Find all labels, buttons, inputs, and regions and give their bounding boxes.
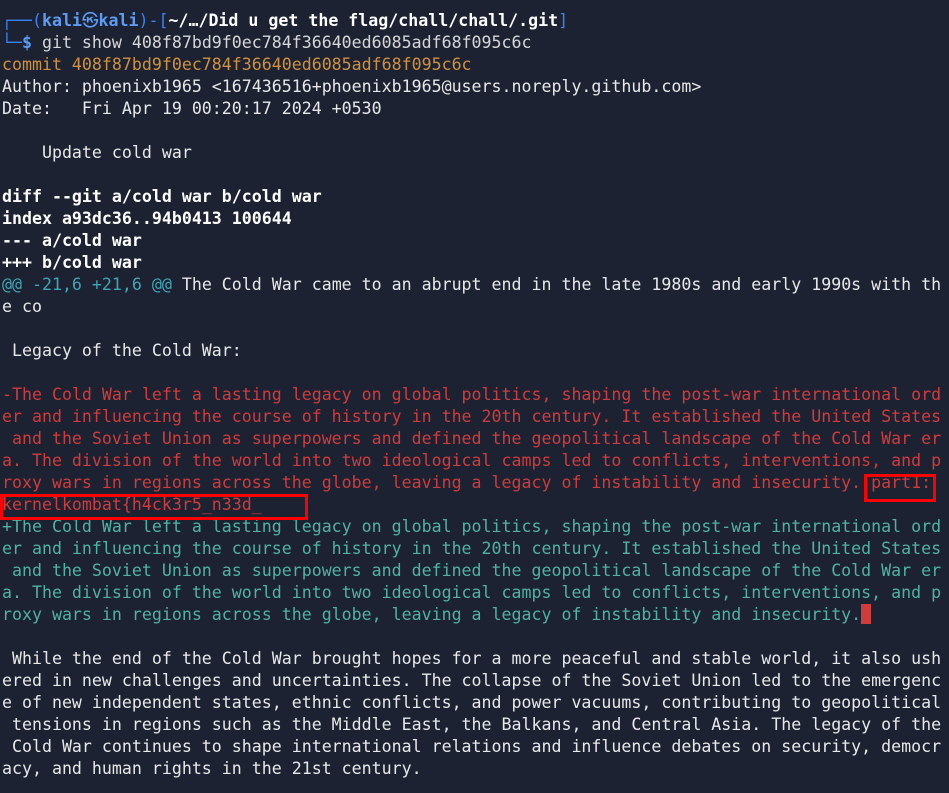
added-line: and the Soviet Union as superpowers and …	[2, 561, 942, 580]
commit-date: Date: Fri Apr 19 00:20:17 2024 +0530	[2, 99, 382, 118]
prompt-frame-mid: )-[	[138, 11, 169, 30]
prompt-sigil: $	[21, 33, 32, 52]
context-line: ered in new challenges and uncertainties…	[2, 671, 942, 690]
hunk-context-wrap: e co	[2, 297, 42, 316]
removed-line: and the Soviet Union as superpowers and …	[2, 429, 942, 448]
prompt-frame-close: ]	[558, 11, 569, 30]
context-line: Cold War continues to shape internationa…	[2, 737, 942, 756]
prompt-user: kali	[41, 11, 82, 30]
prompt-line-top: ┌──(kali㉿kali)-[~/…/Did u get the flag/c…	[2, 10, 949, 32]
hunk-context: The Cold War came to an abrupt end in th…	[171, 275, 942, 294]
added-line-last: roxy wars in regions across the globe, l…	[2, 604, 949, 626]
removed-line: er and influencing the course of history…	[2, 407, 942, 426]
highlight-box-flag	[0, 494, 308, 520]
prompt-frame-bottom: └─	[2, 33, 22, 52]
legacy-heading: Legacy of the Cold War:	[2, 341, 242, 360]
removed-line: -The Cold War left a lasting legacy on g…	[2, 385, 942, 404]
commit-hash-line: commit 408f87bd9f0ec784f36640ed6085adf68…	[2, 55, 472, 74]
diff-index: index a93dc36..94b0413 100644	[2, 209, 292, 228]
context-line: acy, and human rights in the 21st centur…	[2, 759, 422, 778]
hunk-header: @@ -21,6 +21,6 @@ The Cold War came to a…	[2, 274, 949, 296]
prompt-line-command[interactable]: └─$ git show 408f87bd9f0ec784f36640ed608…	[2, 32, 949, 54]
prompt-host: kali	[98, 11, 139, 30]
context-line: While the end of the Cold War brought ho…	[2, 649, 942, 668]
added-line: er and influencing the course of history…	[2, 539, 942, 558]
highlight-box-part1	[864, 474, 936, 502]
removed-line: a. The division of the world into two id…	[2, 451, 942, 470]
context-line: tensions in regions such as the Middle E…	[2, 715, 942, 734]
prompt-path: ~/…/Did u get the flag/chall/chall/.git	[168, 11, 559, 30]
commit-author: Author: phoenixb1965 <167436516+phoenixb…	[2, 77, 702, 96]
context-line: e of new independent states, ethnic conf…	[2, 693, 942, 712]
hunk-marker: @@ -21,6 +21,6 @@	[2, 275, 172, 294]
diff-plus-file: +++ b/cold war	[2, 253, 142, 272]
command-text: git show 408f87bd9f0ec784f36640ed6085adf…	[31, 33, 532, 52]
prompt-at-symbol: ㉿	[81, 11, 99, 30]
commit-message: Update cold war	[2, 143, 192, 162]
terminal-window[interactable]: ┌──(kali㉿kali)-[~/…/Did u get the flag/c…	[0, 0, 949, 793]
added-line: a. The division of the world into two id…	[2, 583, 942, 602]
added-line-text: roxy wars in regions across the globe, l…	[2, 605, 862, 624]
diff-header: diff --git a/cold war b/cold war	[2, 187, 322, 206]
prompt-frame-open: ┌──(	[2, 11, 42, 30]
diff-minus-file: --- a/cold war	[2, 231, 142, 250]
text-cursor	[861, 604, 872, 624]
removed-line: roxy wars in regions across the globe, l…	[2, 473, 932, 492]
